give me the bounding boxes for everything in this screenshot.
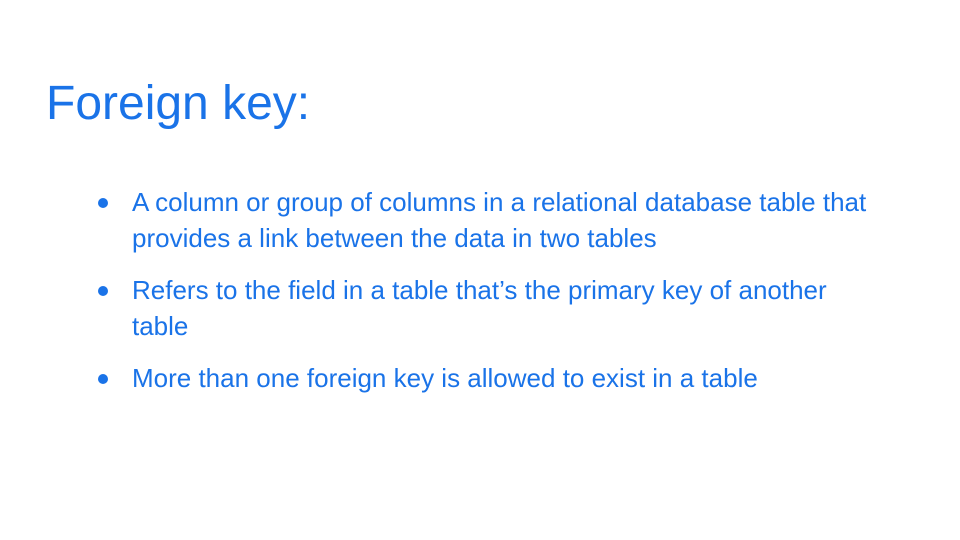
bullet-text: Refers to the field in a table that’s th… [132, 275, 827, 341]
bullet-item: More than one foreign key is allowed to … [96, 360, 916, 396]
bullet-text: A column or group of columns in a relati… [132, 187, 867, 253]
bullet-dot-icon [98, 286, 108, 296]
bullet-dot-icon [98, 374, 108, 384]
bullet-item: A column or group of columns in a relati… [96, 184, 916, 256]
slide: Foreign key: A column or group of column… [0, 0, 960, 540]
bullet-dot-icon [98, 198, 108, 208]
bullet-text: More than one foreign key is allowed to … [132, 363, 758, 393]
bullet-list: A column or group of columns in a relati… [96, 184, 916, 412]
bullet-item: Refers to the field in a table that’s th… [96, 272, 916, 344]
slide-title: Foreign key: [46, 77, 311, 130]
